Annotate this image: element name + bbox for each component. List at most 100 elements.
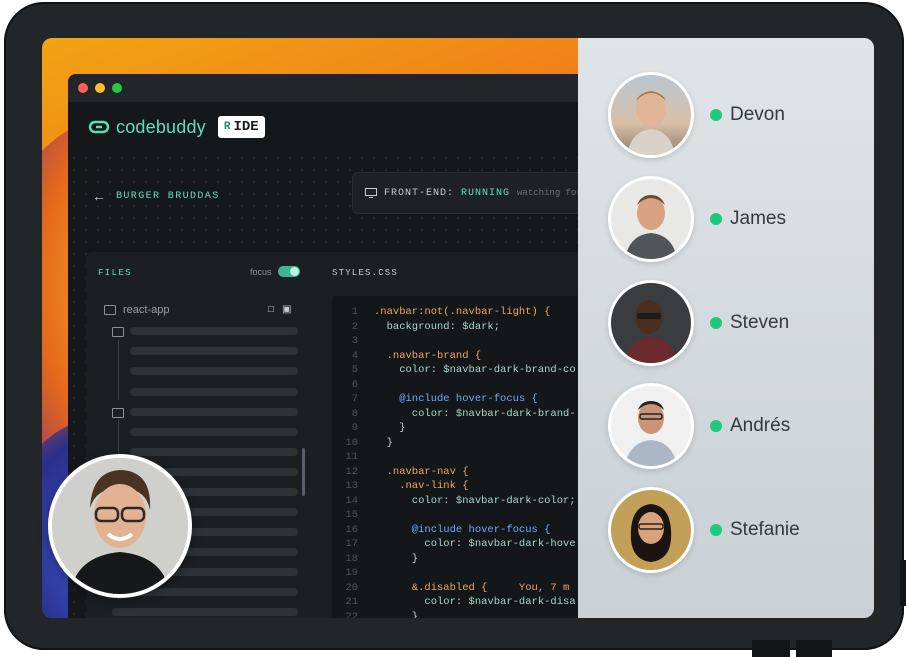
line-number: 4: [351, 349, 358, 362]
new-file-icon[interactable]: □: [268, 304, 274, 315]
participant-name: James: [730, 208, 786, 229]
close-window-button[interactable]: [78, 83, 88, 93]
person-portrait-icon: [625, 300, 677, 363]
code-text: color: $navbar-dark-disa: [374, 596, 576, 608]
online-status-icon: [710, 420, 722, 432]
folder-icon[interactable]: [112, 408, 124, 418]
line-number: 17: [345, 538, 358, 550]
tree-item[interactable]: [130, 428, 298, 436]
new-folder-icon[interactable]: ▣: [282, 304, 291, 315]
editor-tab-filename[interactable]: STYLES.CSS: [332, 268, 398, 278]
code-text: @include hover-focus {: [374, 393, 538, 405]
person-portrait-icon: [625, 401, 677, 466]
tree-item[interactable]: [130, 448, 298, 456]
participant[interactable]: Stefanie: [608, 487, 800, 573]
participant-name: Devon: [730, 104, 785, 125]
tree-item[interactable]: [130, 367, 298, 375]
person-portrait-icon: [52, 458, 188, 594]
code-line[interactable]: 22 }: [332, 611, 418, 619]
code-line[interactable]: 4 .navbar-brand {: [332, 350, 481, 365]
tree-item[interactable]: [130, 588, 298, 596]
line-number: 13: [345, 480, 358, 492]
code-line[interactable]: 11: [332, 451, 374, 466]
code-line[interactable]: 20 &.disabled { You, 7 m: [332, 582, 569, 597]
line-number: 5: [351, 364, 358, 376]
code-text: color: $navbar-dark-brand-: [374, 407, 576, 420]
code-line[interactable]: 8 color: $navbar-dark-brand-: [332, 408, 576, 423]
online-status-icon: [710, 524, 722, 536]
code-line[interactable]: 9 }: [332, 422, 406, 437]
project-breadcrumb[interactable]: ← BURGER BRUDDAS: [92, 188, 220, 204]
tree-root-folder[interactable]: react-app: [104, 304, 169, 316]
participant[interactable]: Steven: [608, 280, 789, 366]
line-number: 21: [345, 596, 358, 608]
files-header: FILES: [98, 268, 133, 278]
folder-icon[interactable]: [112, 327, 124, 337]
line-number: 1: [351, 306, 358, 318]
avatar: [608, 487, 694, 573]
avatar: [608, 383, 694, 469]
code-line[interactable]: 6: [332, 379, 374, 394]
online-status-icon: [710, 213, 722, 225]
tree-item[interactable]: [130, 327, 298, 335]
server-status[interactable]: FRONT-END: RUNNING watching for: [352, 172, 608, 214]
code-line[interactable]: 1 .navbar:not(.navbar-light) {: [332, 306, 551, 321]
app-header: codebuddy R IDE: [68, 102, 608, 153]
tree-item[interactable]: [112, 608, 298, 616]
focus-switch[interactable]: [277, 266, 300, 277]
code-line[interactable]: 3: [332, 335, 374, 350]
tree-item[interactable]: [130, 388, 298, 396]
avatar: [608, 72, 694, 158]
code-line[interactable]: 18 }: [332, 553, 418, 568]
ide-badge: R IDE: [217, 116, 265, 138]
local-user-avatar[interactable]: [48, 454, 192, 598]
code-editor[interactable]: 1 .navbar:not(.navbar-light) {2 backgroun…: [332, 296, 608, 618]
code-text: .navbar-nav {: [374, 465, 469, 478]
participant[interactable]: Devon: [608, 72, 785, 158]
code-line[interactable]: 12 .navbar-nav {: [332, 465, 469, 481]
code-text: .nav-link {: [374, 480, 469, 492]
person-portrait-icon: [630, 504, 672, 562]
participant[interactable]: James: [608, 176, 786, 262]
minimize-window-button[interactable]: [95, 83, 105, 93]
code-line[interactable]: 16 @include hover-focus {: [332, 524, 550, 539]
code-line[interactable]: 10 }: [332, 437, 393, 452]
project-name: BURGER BRUDDAS: [116, 190, 220, 202]
maximize-window-button[interactable]: [112, 83, 122, 93]
tree-guide: [118, 340, 119, 400]
participant[interactable]: Andrés: [608, 383, 790, 469]
code-line[interactable]: 15: [332, 509, 374, 524]
code-line[interactable]: 21 color: $navbar-dark-disa: [332, 596, 576, 611]
ide-label: IDE: [233, 119, 259, 135]
line-number: 10: [345, 436, 358, 449]
window-titlebar: [68, 74, 608, 102]
participants-sidebar: Devon James Steven Andrés Stefanie: [578, 38, 874, 618]
line-number: 12: [345, 465, 358, 478]
line-number: 14: [345, 494, 358, 507]
line-number: 18: [345, 552, 358, 565]
code-text: &.disabled { You, 7 m: [374, 581, 570, 594]
status-label: FRONT-END:: [384, 187, 455, 199]
tree-scrollbar[interactable]: [302, 448, 305, 496]
code-line[interactable]: 19: [332, 567, 374, 582]
code-line[interactable]: 2 background: $dark;: [332, 321, 500, 336]
code-line[interactable]: 5 color: $navbar-dark-brand-co: [332, 364, 576, 379]
code-line[interactable]: 14 color: $navbar-dark-color;: [332, 494, 576, 510]
line-number: 11: [345, 451, 358, 463]
focus-toggle[interactable]: focus: [250, 266, 300, 277]
codebuddy-logo-icon: [88, 120, 110, 134]
online-status-icon: [710, 109, 722, 121]
code-text: color: $navbar-dark-color;: [374, 494, 576, 507]
code-line[interactable]: 7 @include hover-focus {: [332, 393, 538, 408]
participant-name: Stefanie: [730, 519, 800, 540]
code-line[interactable]: 13 .nav-link {: [332, 480, 469, 495]
code-line[interactable]: 17 color: $navbar-dark-hove: [332, 538, 575, 553]
back-arrow-icon[interactable]: ←: [92, 188, 106, 204]
tree-item[interactable]: [130, 347, 298, 355]
tree-item[interactable]: [130, 408, 298, 416]
line-number: 6: [351, 378, 358, 391]
avatar: [608, 280, 694, 366]
status-value: RUNNING: [461, 187, 511, 199]
ide-mark: R: [223, 121, 231, 133]
person-portrait-icon: [625, 195, 677, 259]
